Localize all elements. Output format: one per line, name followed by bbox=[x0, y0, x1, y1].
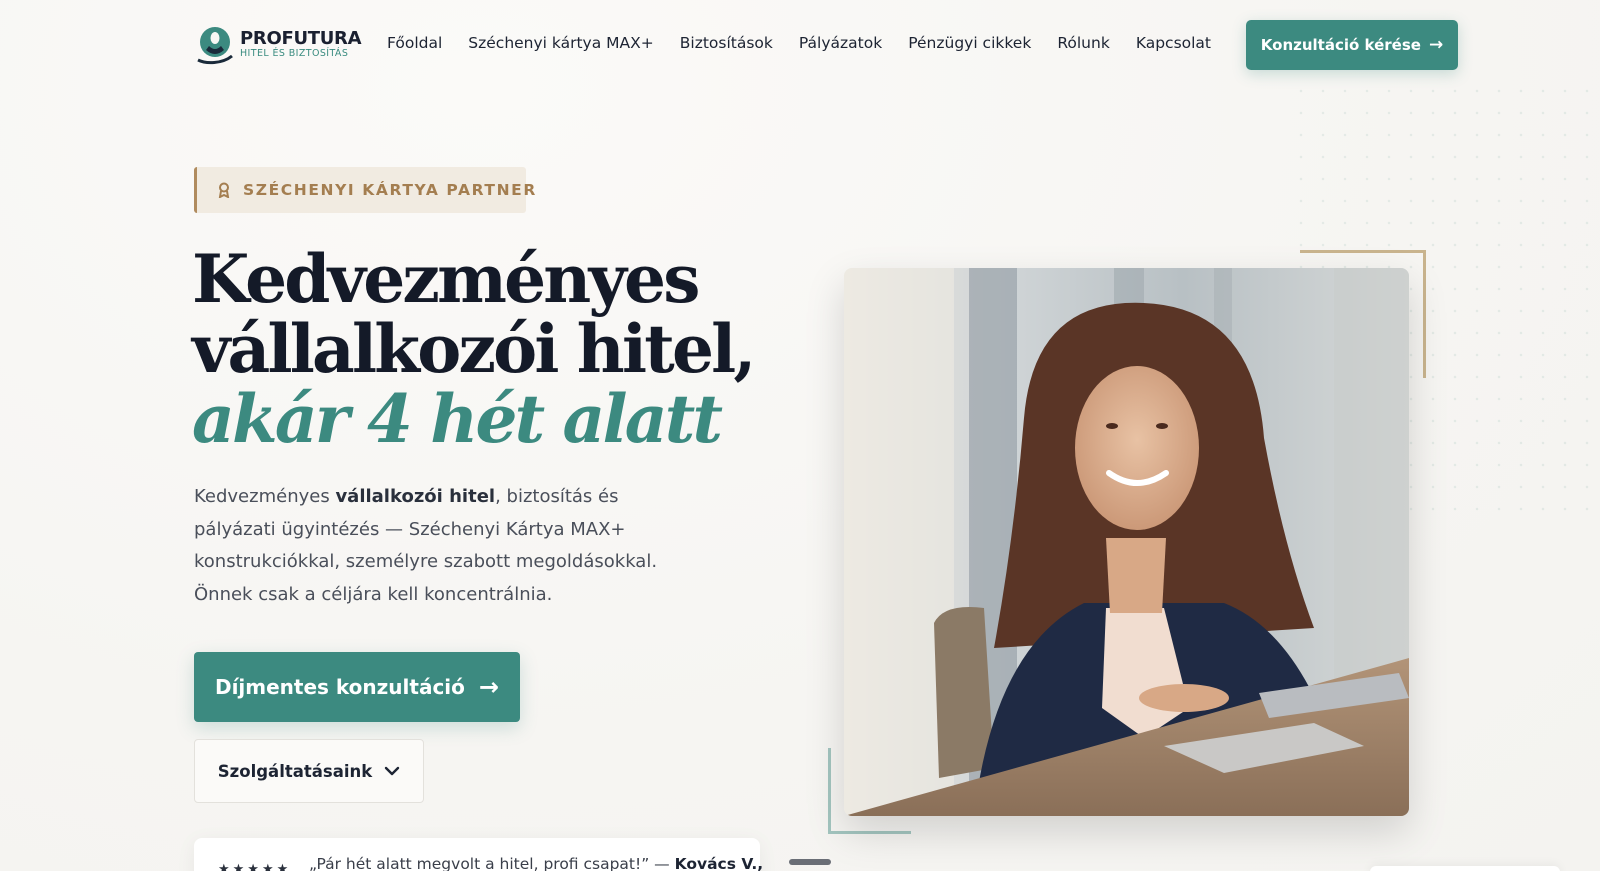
nav-item-home[interactable]: Főoldal bbox=[387, 34, 442, 52]
arrow-right-icon: → bbox=[1428, 35, 1444, 55]
testimonial-author: Kovács V., bbox=[674, 855, 764, 871]
hero-title-accent: akár 4 hét alatt bbox=[192, 380, 723, 458]
award-icon bbox=[217, 182, 231, 199]
testimonial-card: ★★★★★ „Pár hét alatt megvolt a hitel, pr… bbox=[194, 838, 763, 871]
nav-item-tenders[interactable]: Pályázatok bbox=[799, 34, 882, 52]
main-nav: Főoldal Széchenyi kártya MAX+ Biztosítás… bbox=[387, 34, 1211, 52]
brand-logo[interactable]: PROFUTURA HITEL ÉS BIZTOSÍTÁS bbox=[194, 24, 362, 66]
nav-item-insurance[interactable]: Biztosítások bbox=[680, 34, 773, 52]
free-consultation-button[interactable]: Díjmentes konzultáció → bbox=[194, 652, 520, 722]
chevron-down-icon bbox=[385, 766, 400, 776]
consultation-request-label: Konzultáció kérése bbox=[1260, 36, 1421, 54]
consultation-request-button[interactable]: Konzultáció kérése → bbox=[1246, 20, 1458, 70]
testimonial-quote: „Pár hét alatt megvolt a hitel, profi cs… bbox=[309, 855, 763, 871]
brand-name: PROFUTURA bbox=[240, 28, 362, 49]
free-consultation-label: Díjmentes konzultáció bbox=[214, 675, 465, 699]
slider-indicator[interactable] bbox=[789, 859, 831, 865]
partner-badge-label: SZÉCHENYI KÁRTYA PARTNER bbox=[243, 181, 537, 199]
hero-title: Kedvezményes vállalkozói hitel, akár 4 h… bbox=[192, 240, 756, 458]
portrait-photo bbox=[844, 268, 1409, 816]
testimonial-text: „Pár hét alatt megvolt a hitel, profi cs… bbox=[309, 855, 675, 871]
nav-item-about[interactable]: Rólunk bbox=[1057, 34, 1110, 52]
nav-item-szechenyi[interactable]: Széchenyi kártya MAX+ bbox=[468, 34, 653, 52]
partner-badge: SZÉCHENYI KÁRTYA PARTNER bbox=[194, 167, 535, 213]
nav-item-contact[interactable]: Kapcsolat bbox=[1136, 34, 1211, 52]
logo-mark-icon bbox=[197, 27, 233, 65]
brand-tagline: HITEL ÉS BIZTOSÍTÁS bbox=[240, 48, 349, 59]
lead-intro: Kedvezményes bbox=[194, 486, 336, 507]
hero-lead-text: Kedvezményes vállalkozói hitel, biztosít… bbox=[194, 481, 694, 611]
lead-highlight: vállalkozói hitel bbox=[335, 486, 496, 507]
floating-card bbox=[1370, 866, 1560, 871]
nav-item-articles[interactable]: Pénzügyi cikkek bbox=[908, 34, 1031, 52]
services-label: Szolgáltatásaink bbox=[217, 761, 373, 781]
hero-title-line-1: Kedvezményes bbox=[192, 240, 700, 318]
services-button[interactable]: Szolgáltatásaink bbox=[194, 739, 424, 803]
hero-title-line-2: vállalkozói hitel, bbox=[192, 310, 756, 388]
site-header: PROFUTURA HITEL ÉS BIZTOSÍTÁS Főoldal Sz… bbox=[0, 0, 1600, 92]
page: PROFUTURA HITEL ÉS BIZTOSÍTÁS Főoldal Sz… bbox=[0, 0, 1600, 871]
rating-stars: ★★★★★ bbox=[218, 862, 292, 871]
arrow-right-icon: → bbox=[478, 673, 500, 701]
